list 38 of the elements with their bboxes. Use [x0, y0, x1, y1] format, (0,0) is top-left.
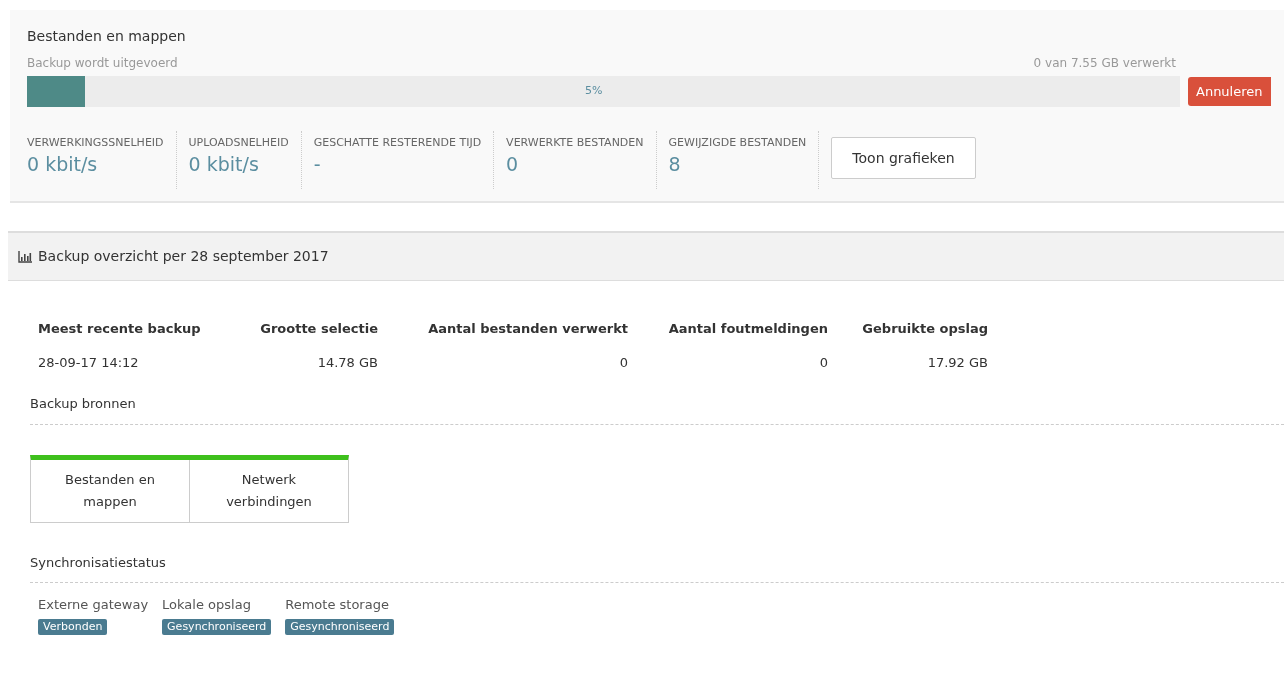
- sync-status-badge: Gesynchroniseerd: [285, 618, 395, 635]
- stat-label: VERWERKINGSSNELHEID: [27, 135, 164, 151]
- overview-title: Backup overzicht per 28 september 2017: [38, 247, 329, 266]
- column-header: Grootte selectie: [259, 320, 378, 338]
- table-cell-text: 14.78 GB: [316, 353, 378, 372]
- cancel-button[interactable]: Annuleren: [1188, 77, 1271, 106]
- sync-target: Remote storage: [285, 596, 389, 614]
- stat-value: 0 kbit/s: [188, 151, 260, 176]
- column-header: Aantal bestanden verwerkt: [427, 320, 628, 338]
- sync-status-badge: Gesynchroniseerd: [162, 618, 272, 635]
- sync-status-badge: Verbonden: [38, 618, 108, 635]
- column-header: Meest recente backup: [38, 320, 202, 338]
- stat-value: 0 kbit/s: [27, 151, 99, 176]
- stat-label: VERWERKTE BESTANDEN: [506, 135, 644, 151]
- panel-title: Bestanden en mappen: [27, 27, 187, 46]
- sync-heading: Synchronisatiestatus: [30, 552, 1284, 583]
- table-cell-text: 28-09-17 14:12: [38, 353, 140, 372]
- table-cell-text: 0: [618, 353, 628, 372]
- source-item[interactable]: Netwerk verbindingen: [189, 459, 348, 522]
- column-header: Aantal foutmeldingen: [667, 320, 828, 338]
- progress-percent: 5%: [585, 83, 603, 99]
- stat-label: GEWIJZIGDE BESTANDEN: [668, 135, 807, 151]
- source-item[interactable]: Bestanden en mappen: [31, 459, 189, 522]
- show-charts-button[interactable]: Toon grafieken: [831, 137, 976, 179]
- column-header: Gebruikte opslag: [861, 320, 988, 338]
- table-cell-text: 0: [818, 353, 828, 372]
- stat-value: 8: [668, 151, 682, 176]
- stat-label: GESCHATTE RESTERENDE TIJD: [313, 135, 482, 151]
- sources-heading: Backup bronnen: [30, 394, 1284, 425]
- backup-status: Backup wordt uitgevoerd: [27, 55, 178, 72]
- stat-value: -: [313, 151, 322, 176]
- sync-target: Lokale opslag: [162, 596, 251, 614]
- stat-label: UPLOADSNELHEID: [188, 135, 289, 151]
- table-cell-text: 17.92 GB: [926, 353, 988, 372]
- stat-value: 0: [506, 151, 520, 176]
- sync-target: Externe gateway: [38, 596, 149, 614]
- bar-chart-icon: [18, 250, 32, 263]
- processed-amount: 0 van 7.55 GB verwerkt: [1033, 55, 1177, 72]
